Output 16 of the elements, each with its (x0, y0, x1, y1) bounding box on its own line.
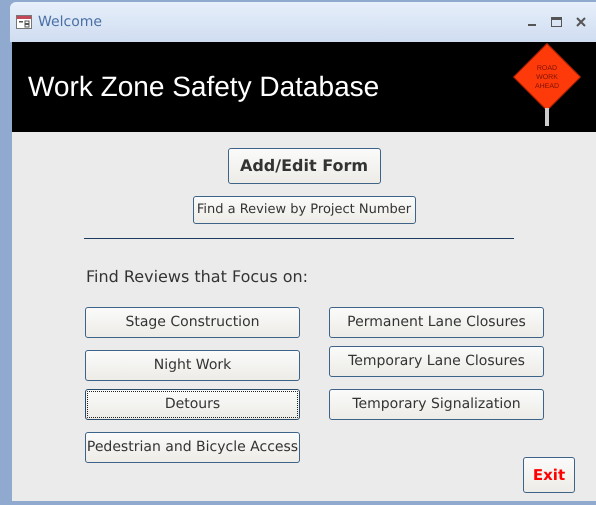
focus-button[interactable]: Stage Construction (85, 307, 300, 338)
focus-button[interactable]: Temporary Signalization (329, 389, 544, 420)
maximize-icon[interactable] (551, 17, 562, 27)
form-icon (16, 15, 32, 29)
exit-button[interactable]: Exit (523, 457, 575, 493)
focus-heading: Find Reviews that Focus on: (86, 266, 310, 288)
find-review-button[interactable]: Find a Review by Project Number (192, 196, 416, 224)
database-title: Work Zone Safety Database (28, 70, 380, 104)
add-edit-button[interactable]: Add/Edit Form (228, 148, 380, 184)
focus-button[interactable]: Pedestrian and Bicycle Access (85, 432, 300, 463)
close-icon[interactable] (576, 17, 586, 27)
focus-button[interactable]: Temporary Lane Closures (329, 346, 544, 377)
focus-button[interactable]: Detours (85, 389, 300, 420)
window-title: Welcome (38, 12, 102, 32)
focus-button[interactable]: Permanent Lane Closures (329, 307, 544, 338)
focus-button[interactable]: Night Work (85, 350, 300, 381)
